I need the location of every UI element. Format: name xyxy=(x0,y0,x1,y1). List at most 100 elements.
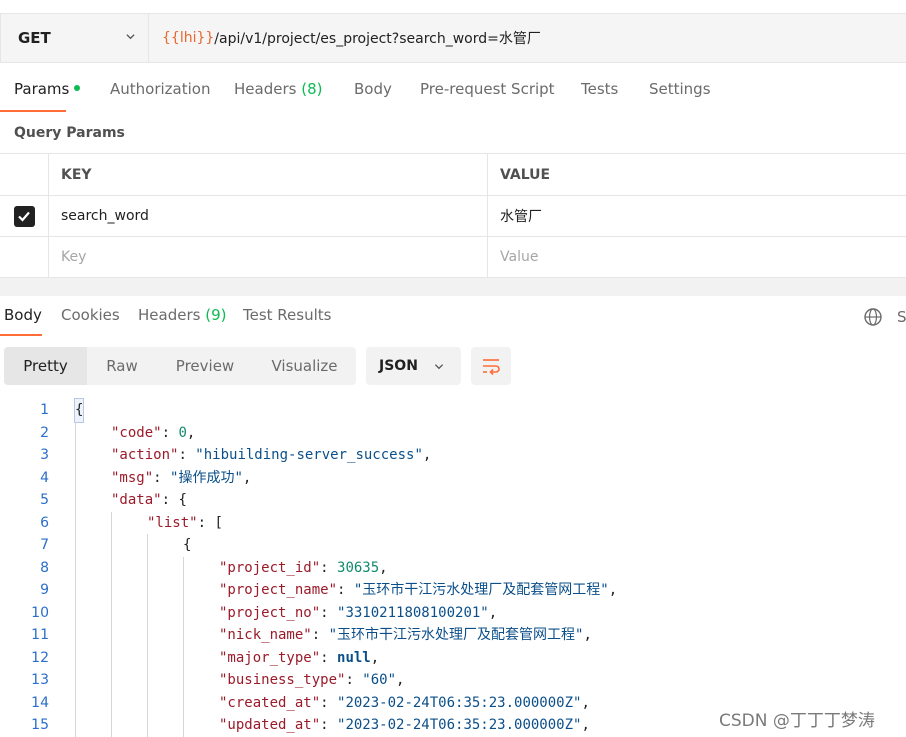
tab-params[interactable]: Params xyxy=(14,80,81,98)
globe-icon[interactable] xyxy=(863,307,883,327)
url-variable: {{lhi}} xyxy=(162,30,215,46)
code-text: "project_id": 30635, xyxy=(219,559,388,576)
json-key: "business_type" xyxy=(219,672,346,688)
param-value-field[interactable]: 水管厂 xyxy=(488,196,906,236)
json-key: "code" xyxy=(111,424,162,441)
code-line: 7{ xyxy=(0,534,906,557)
tab-headers[interactable]: Headers (8) xyxy=(234,80,322,98)
response-body-viewer[interactable]: 1{ 2 "code": 0, 3 "action": "hibuilding-se… xyxy=(0,398,906,737)
param-key-field[interactable]: search_word xyxy=(49,196,488,236)
tab-tests[interactable]: Tests xyxy=(581,80,618,98)
tab-test-results[interactable]: Test Results xyxy=(243,306,331,324)
new-value-input[interactable]: Value xyxy=(488,237,906,277)
url-bar: GET {{lhi}}/api/v1/project/es_project?se… xyxy=(0,13,906,63)
json-value: "玉环市干江污水处理厂及配套管网工程" xyxy=(353,582,609,598)
json-key: "msg" xyxy=(111,469,154,486)
code-text: "created_at": "2023-02-24T06:35:23.00000… xyxy=(219,694,590,711)
tab-headers-count: (8) xyxy=(301,80,323,98)
json-value: "2023-02-24T06:35:23.000000Z" xyxy=(337,694,582,711)
wrap-lines-icon xyxy=(483,359,500,375)
pretty-button[interactable]: Pretty xyxy=(4,347,87,385)
line-number: 8 xyxy=(40,559,49,576)
json-key: "data" xyxy=(111,492,162,508)
code-text: "action": "hibuilding-server_success", xyxy=(111,447,432,463)
raw-button[interactable]: Raw xyxy=(87,347,157,385)
line-number: 11 xyxy=(31,627,49,643)
tab-settings[interactable]: Settings xyxy=(649,80,711,98)
json-brace: { xyxy=(178,492,187,508)
code-text: { xyxy=(73,398,85,423)
code-text: "major_type": null, xyxy=(219,649,380,666)
wrap-lines-button[interactable] xyxy=(471,347,511,385)
code-text: "msg": "操作成功", xyxy=(111,469,252,486)
tab-prerequest-script[interactable]: Pre-request Script xyxy=(420,80,555,98)
tab-response-body[interactable]: Body xyxy=(4,306,42,324)
json-value: 30635 xyxy=(337,559,380,576)
params-active-dot xyxy=(74,84,81,91)
code-line: 10 "project_no": "3310211808100201", xyxy=(0,602,906,625)
url-path: /api/v1/project/es_project?search_word=水… xyxy=(214,31,541,47)
line-number: 5 xyxy=(40,492,49,508)
active-tab-underline xyxy=(0,110,66,112)
code-text: "data": { xyxy=(111,492,187,508)
json-key: "project_no" xyxy=(219,604,321,621)
tab-response-headers-label: Headers xyxy=(138,306,201,324)
save-response-button[interactable]: S xyxy=(897,308,906,326)
code-text: "list": [ xyxy=(147,514,223,531)
code-line: 3 "action": "hibuilding-server_success", xyxy=(0,444,906,467)
json-value: null xyxy=(337,649,371,666)
url-input[interactable]: {{lhi}}/api/v1/project/es_project?search… xyxy=(149,14,906,62)
tab-body[interactable]: Body xyxy=(354,80,392,98)
new-key-input[interactable]: Key xyxy=(49,237,488,277)
code-text: "updated_at": "2023-02-24T06:35:23.00000… xyxy=(219,717,590,733)
row-check-cell xyxy=(0,196,49,236)
line-number: 9 xyxy=(40,582,49,598)
code-line: 1{ xyxy=(0,398,906,423)
line-number: 2 xyxy=(40,424,49,441)
watermark: CSDN @丁丁丁梦涛 xyxy=(719,711,875,731)
json-value: "操作成功" xyxy=(170,469,243,486)
response-tab-underline xyxy=(0,334,42,336)
header-value: VALUE xyxy=(500,166,551,183)
language-label: JSON xyxy=(379,358,418,374)
line-number: 6 xyxy=(40,514,49,531)
line-number: 10 xyxy=(31,604,49,621)
code-line: 2 "code": 0, xyxy=(0,422,906,445)
code-text: "nick_name": "玉环市干江污水处理厂及配套管网工程", xyxy=(219,627,592,643)
json-key: "updated_at" xyxy=(219,717,321,733)
line-number: 7 xyxy=(40,537,49,553)
json-value: "60" xyxy=(362,672,397,688)
code-line: 11 "nick_name": "玉环市干江污水处理厂及配套管网工程", xyxy=(0,624,906,647)
header-key: KEY xyxy=(49,154,488,195)
code-line: 12 "major_type": null, xyxy=(0,647,906,670)
json-value: 0 xyxy=(178,424,187,441)
json-key: "major_type" xyxy=(219,649,321,666)
json-key: "action" xyxy=(111,447,179,463)
code-text: "project_name": "玉环市干江污水处理厂及配套管网工程", xyxy=(219,582,618,598)
json-value: "玉环市干江污水处理厂及配套管网工程" xyxy=(328,627,584,643)
json-value: "3310211808100201" xyxy=(337,604,489,621)
check-icon xyxy=(18,211,30,222)
visualize-button[interactable]: Visualize xyxy=(253,347,356,385)
json-key: "nick_name" xyxy=(219,627,312,643)
tab-cookies[interactable]: Cookies xyxy=(61,306,120,324)
code-line: 5 "data": { xyxy=(0,489,906,512)
line-number: 14 xyxy=(31,694,49,711)
tab-response-headers-count: (9) xyxy=(205,306,227,324)
json-key: "list" xyxy=(147,514,198,531)
language-select[interactable]: JSON xyxy=(366,347,461,385)
table-row: search_word 水管厂 xyxy=(0,196,906,237)
preview-button[interactable]: Preview xyxy=(157,347,253,385)
tab-headers-label: Headers xyxy=(234,80,297,98)
line-number: 4 xyxy=(40,469,49,486)
tab-authorization[interactable]: Authorization xyxy=(110,80,210,98)
param-checkbox[interactable] xyxy=(13,205,35,227)
json-key: "project_id" xyxy=(219,559,321,576)
line-number: 3 xyxy=(40,447,49,463)
json-key: "project_name" xyxy=(219,582,338,598)
code-text: "project_no": "3310211808100201", xyxy=(219,604,498,621)
tab-response-headers[interactable]: Headers (9) xyxy=(138,306,226,324)
method-select[interactable]: GET xyxy=(1,14,149,62)
pane-divider[interactable] xyxy=(0,278,906,296)
line-number: 1 xyxy=(40,402,49,418)
